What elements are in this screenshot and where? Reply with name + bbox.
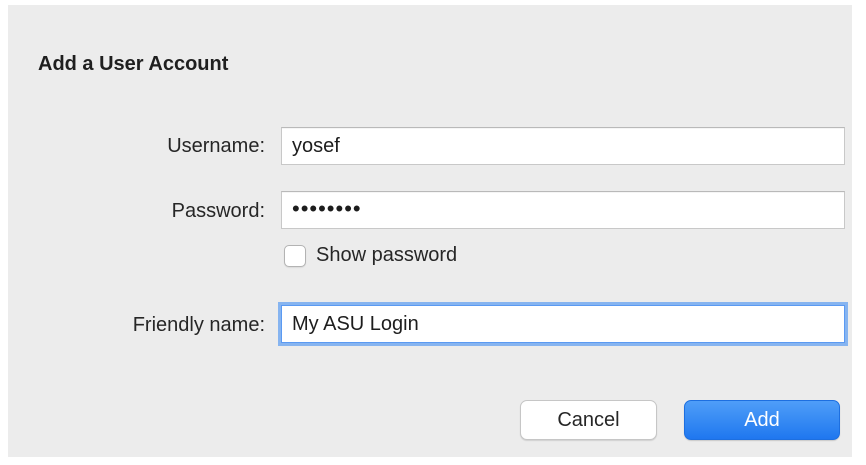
friendly-name-value: My ASU Login <box>292 312 419 335</box>
add-user-account-dialog: Add a User Account Username: yosef Passw… <box>8 5 852 457</box>
add-button[interactable]: Add <box>684 400 840 440</box>
password-label: Password: <box>171 200 265 222</box>
username-value: yosef <box>292 134 340 157</box>
show-password-label: Show password <box>316 244 458 266</box>
username-field[interactable]: yosef <box>281 127 845 165</box>
password-masked-value: •••••••• <box>292 196 362 221</box>
password-field[interactable]: •••••••• <box>281 191 845 229</box>
friendly-name-field[interactable]: My ASU Login <box>281 305 845 343</box>
show-password-checkbox[interactable] <box>284 244 306 267</box>
username-label: Username: <box>167 135 265 157</box>
friendly-name-label: Friendly name: <box>132 314 265 336</box>
dialog-title: Add a User Account <box>38 53 229 75</box>
show-password-option[interactable]: Show password <box>284 244 457 267</box>
cancel-button[interactable]: Cancel <box>520 400 657 440</box>
